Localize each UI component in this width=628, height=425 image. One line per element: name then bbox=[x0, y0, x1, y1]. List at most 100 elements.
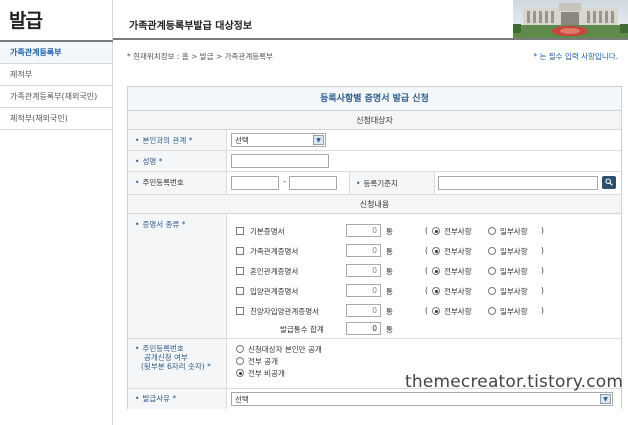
radio-partial-label: 일부사항 bbox=[500, 287, 528, 296]
sidebar-item-removal-register[interactable]: 제적부 bbox=[0, 64, 112, 86]
radio-partial[interactable] bbox=[488, 287, 496, 295]
paren-close: ) bbox=[541, 226, 544, 235]
radio-all[interactable] bbox=[432, 267, 440, 275]
reason-row: • 발급사유 * 선택 ▼ bbox=[128, 389, 621, 409]
cert-total-label: 발급통수 합계 bbox=[280, 325, 324, 334]
sidebar-item-removal-register-overseas[interactable]: 제적부(재외국민) bbox=[0, 108, 112, 130]
radio-all[interactable] bbox=[432, 227, 440, 235]
cert-unit: 통 bbox=[386, 287, 393, 296]
cert-type-row: • 증명서 종류 * 기본증명서 0 통 ( 전부사항 일부사항 ) 가족관계증명… bbox=[128, 214, 621, 339]
required-note: * 는 필수 입력 사항입니다. bbox=[533, 52, 618, 61]
radio-partial[interactable] bbox=[488, 267, 496, 275]
radio-all-label: 전부사항 bbox=[444, 307, 472, 316]
section-request: 신청내용 bbox=[128, 195, 621, 214]
disclosure-option-self[interactable]: 신청대상자 본인만 공개 bbox=[236, 343, 436, 355]
cert-unit: 통 bbox=[386, 247, 393, 256]
cert-count-input[interactable]: 0 bbox=[346, 224, 381, 237]
radio-all[interactable] bbox=[432, 247, 440, 255]
cert-checkbox[interactable] bbox=[236, 287, 244, 295]
name-label: • 성명 * bbox=[128, 151, 227, 171]
cert-name: 기본증명서 bbox=[250, 227, 285, 236]
page-header: 가족관계등록부발급 대상정보 bbox=[113, 0, 628, 40]
cert-total-row: 발급통수 합계 0 통 bbox=[228, 322, 623, 336]
cert-name: 친양자입양관계증명서 bbox=[250, 307, 319, 316]
radio-label: 전부 비공개 bbox=[248, 369, 285, 378]
paren-close: ) bbox=[541, 286, 544, 295]
chevron-down-icon: ▼ bbox=[600, 394, 611, 404]
radio-partial[interactable] bbox=[488, 307, 496, 315]
paren-open: ( bbox=[425, 266, 428, 275]
breadcrumb: * 현재위치정보 : 홈 > 발급 > 가족관계등록부 bbox=[127, 52, 273, 61]
search-button[interactable] bbox=[602, 176, 616, 189]
application-form: 등록사항별 증명서 발급 신청 신청대상자 • 본인과의 관계 * 선택 ▼ • 성… bbox=[127, 86, 622, 409]
radio-all[interactable] bbox=[432, 287, 440, 295]
cert-unit: 통 bbox=[386, 307, 393, 316]
cert-unit: 통 bbox=[386, 267, 393, 276]
disclosure-option-all[interactable]: 전부 공개 bbox=[236, 355, 436, 367]
cert-count-input[interactable]: 0 bbox=[346, 264, 381, 277]
page-title: 가족관계등록부발급 대상정보 bbox=[129, 21, 253, 32]
cert-count-input[interactable]: 0 bbox=[346, 244, 381, 257]
radio-partial-label: 일부사항 bbox=[500, 247, 528, 256]
radio-partial[interactable] bbox=[488, 247, 496, 255]
reason-label: • 발급사유 * bbox=[128, 389, 227, 409]
court-building-banner-image bbox=[513, 0, 628, 38]
sidebar-menu: 가족관계등록부 제적부 가족관계등록부(재외국민) 제적부(재외국민) bbox=[0, 42, 112, 130]
radio-disclose-none[interactable] bbox=[236, 369, 244, 377]
paren-open: ( bbox=[425, 226, 428, 235]
cert-checkbox[interactable] bbox=[236, 307, 244, 315]
disclosure-label: • 주민등록번호 공개신청 여부 (뒷부분 6자리 숫자) * bbox=[128, 339, 227, 388]
paren-close: ) bbox=[541, 306, 544, 315]
cert-unit: 통 bbox=[386, 227, 393, 236]
name-input[interactable] bbox=[231, 154, 329, 168]
relationship-row: • 본인과의 관계 * 선택 ▼ bbox=[128, 130, 621, 151]
cert-checkbox[interactable] bbox=[236, 247, 244, 255]
radio-label: 신청대상자 본인만 공개 bbox=[248, 345, 322, 354]
name-row: • 성명 * bbox=[128, 151, 621, 172]
registry-base-label: • 등록기준지 bbox=[349, 172, 435, 194]
cert-row-family: 가족관계증명서 0 통 ( 전부사항 일부사항 ) bbox=[228, 244, 623, 258]
radio-disclose-self[interactable] bbox=[236, 345, 244, 353]
radio-partial-label: 일부사항 bbox=[500, 227, 528, 236]
registry-base-input[interactable] bbox=[438, 176, 598, 190]
radio-partial-label: 일부사항 bbox=[500, 307, 528, 316]
resident-row: • 주민등록번호 - • 등록기준지 bbox=[128, 172, 621, 195]
radio-label: 전부 공개 bbox=[248, 357, 278, 366]
radio-all-label: 전부사항 bbox=[444, 267, 472, 276]
radio-partial[interactable] bbox=[488, 227, 496, 235]
cert-checkbox[interactable] bbox=[236, 227, 244, 235]
cert-row-marriage: 혼인관계증명서 0 통 ( 전부사항 일부사항 ) bbox=[228, 264, 623, 278]
cert-count-input[interactable]: 0 bbox=[346, 284, 381, 297]
cert-name: 가족관계증명서 bbox=[250, 247, 299, 256]
paren-close: ) bbox=[541, 266, 544, 275]
cert-count-input[interactable]: 0 bbox=[346, 304, 381, 317]
radio-partial-label: 일부사항 bbox=[500, 267, 528, 276]
resident-number-label: • 주민등록번호 bbox=[128, 172, 227, 194]
relationship-select[interactable]: 선택 ▼ bbox=[231, 133, 326, 147]
cert-row-adoption: 입양관계증명서 0 통 ( 전부사항 일부사항 ) bbox=[228, 284, 623, 298]
chevron-down-icon: ▼ bbox=[313, 135, 324, 145]
paren-open: ( bbox=[425, 306, 428, 315]
form-title: 등록사항별 증명서 발급 신청 bbox=[128, 87, 621, 111]
cert-type-label: • 증명서 종류 * bbox=[128, 214, 227, 338]
section-applicant: 신청대상자 bbox=[128, 111, 621, 130]
reason-select[interactable]: 선택 ▼ bbox=[231, 392, 613, 406]
watermark-text: themecreator.tistory.com bbox=[405, 372, 624, 392]
sidebar-item-family-register-overseas[interactable]: 가족관계등록부(재외국민) bbox=[0, 86, 112, 108]
radio-disclose-all[interactable] bbox=[236, 357, 244, 365]
radio-all-label: 전부사항 bbox=[444, 227, 472, 236]
relationship-label: • 본인과의 관계 * bbox=[128, 130, 227, 150]
resident-number-front-input[interactable] bbox=[231, 176, 279, 190]
radio-all-label: 전부사항 bbox=[444, 247, 472, 256]
paren-open: ( bbox=[425, 246, 428, 255]
paren-close: ) bbox=[541, 246, 544, 255]
sidebar-item-family-register[interactable]: 가족관계등록부 bbox=[0, 42, 112, 64]
radio-all[interactable] bbox=[432, 307, 440, 315]
cert-type-field: 기본증명서 0 통 ( 전부사항 일부사항 ) 가족관계증명서 0 통 ( 전부… bbox=[228, 214, 621, 338]
search-icon bbox=[605, 178, 613, 186]
paren-open: ( bbox=[425, 286, 428, 295]
resident-number-separator: - bbox=[283, 177, 286, 186]
resident-number-back-input[interactable] bbox=[289, 176, 337, 190]
cert-row-basic: 기본증명서 0 통 ( 전부사항 일부사항 ) bbox=[228, 224, 623, 238]
cert-checkbox[interactable] bbox=[236, 267, 244, 275]
